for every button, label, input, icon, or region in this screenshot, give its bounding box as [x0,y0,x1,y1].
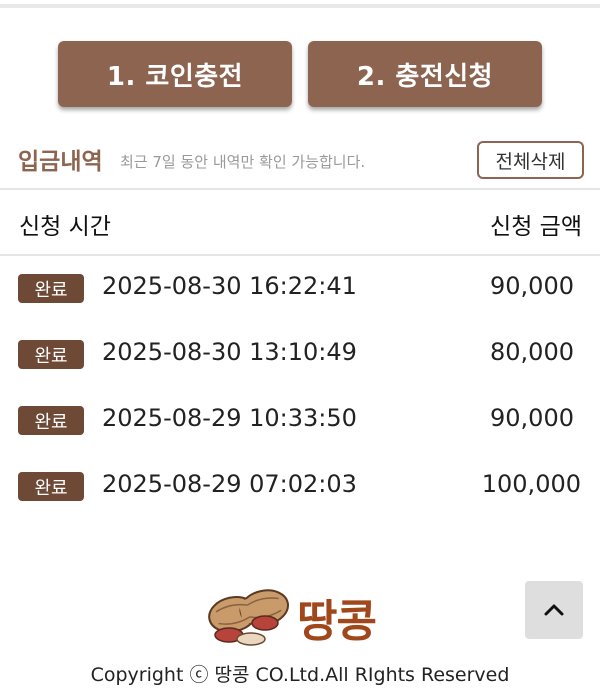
action-buttons: 1. 코인충전 2. 충전신청 [0,41,600,107]
request-time: 2025-08-29 10:33:50 [102,404,357,432]
logo-text: 땅콩 [297,596,377,647]
chevron-up-icon [544,604,564,616]
table-row: 완료 2025-08-30 16:22:41 90,000 [0,254,600,320]
top-divider [0,4,600,8]
table-row: 완료 2025-08-29 10:33:50 90,000 [0,386,600,452]
status-badge: 완료 [18,406,84,435]
deposit-history-title: 입금내역 [18,149,103,175]
peanut-icon [208,589,289,646]
status-badge: 완료 [18,274,84,303]
history-note: 최근 7일 동안 내역만 확인 가능합니다. [120,153,366,171]
site-logo[interactable]: 땅콩 [203,583,393,647]
deposit-history-header: 입금내역 최근 7일 동안 내역만 확인 가능합니다. 전체삭제 [18,140,584,180]
copyright-text: Copyright ⓒ 땅콩 CO.Ltd.All RIghts Reserve… [90,664,510,686]
request-time: 2025-08-30 13:10:49 [102,338,357,366]
status-badge: 완료 [18,472,84,501]
header-request-time: 신청 시간 [19,214,111,240]
request-amount: 100,000 [481,470,581,498]
table-row: 완료 2025-08-30 13:10:49 80,000 [0,320,600,386]
charge-request-button[interactable]: 2. 충전신청 [308,41,542,107]
scroll-top-button[interactable] [525,581,583,639]
table-header: 신청 시간 신청 금액 [0,188,600,256]
request-amount: 90,000 [490,404,574,432]
status-badge: 완료 [18,340,84,369]
request-time: 2025-08-30 16:22:41 [102,272,357,300]
deposit-list: 완료 2025-08-30 16:22:41 90,000 완료 2025-08… [0,254,600,518]
request-amount: 80,000 [490,338,574,366]
delete-all-button[interactable]: 전체삭제 [477,141,584,179]
coin-charge-button[interactable]: 1. 코인충전 [58,41,292,107]
request-time: 2025-08-29 07:02:03 [102,470,357,498]
request-amount: 90,000 [490,272,574,300]
header-request-amount: 신청 금액 [490,214,582,240]
table-row: 완료 2025-08-29 07:02:03 100,000 [0,452,600,518]
